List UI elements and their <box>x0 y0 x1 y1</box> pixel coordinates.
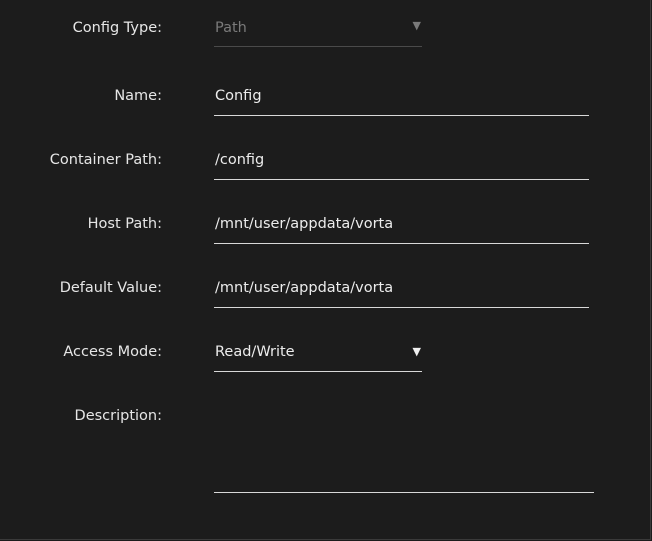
container-path-label: Container Path: <box>49 152 162 168</box>
host-path-value: /mnt/user/appdata/vorta <box>215 216 394 232</box>
name-field[interactable]: Config <box>214 86 589 116</box>
name-label: Name: <box>114 88 162 104</box>
host-path-field[interactable]: /mnt/user/appdata/vorta <box>214 214 589 244</box>
config-form-panel: Config Type: Path ▼ Name: Config Contain… <box>0 0 651 540</box>
chevron-down-icon[interactable]: ▼ <box>413 345 421 358</box>
description-textarea[interactable] <box>214 404 594 493</box>
default-value-value: /mnt/user/appdata/vorta <box>215 280 394 296</box>
access-mode-label: Access Mode: <box>63 344 162 360</box>
config-type-value: Path <box>215 20 247 36</box>
description-label: Description: <box>74 408 162 424</box>
container-path-field[interactable]: /config <box>214 150 589 180</box>
default-value-field[interactable]: /mnt/user/appdata/vorta <box>214 278 589 308</box>
default-value-label: Default Value: <box>59 280 162 296</box>
chevron-down-icon: ▼ <box>412 19 421 32</box>
config-type-select: Path ▼ <box>214 18 422 47</box>
config-type-label: Config Type: <box>72 20 162 36</box>
name-value: Config <box>215 88 262 104</box>
host-path-label: Host Path: <box>87 216 162 232</box>
container-path-value: /config <box>215 152 265 168</box>
access-mode-value: Read/Write <box>215 344 295 360</box>
access-mode-select[interactable]: Read/Write ▼ <box>214 342 422 372</box>
